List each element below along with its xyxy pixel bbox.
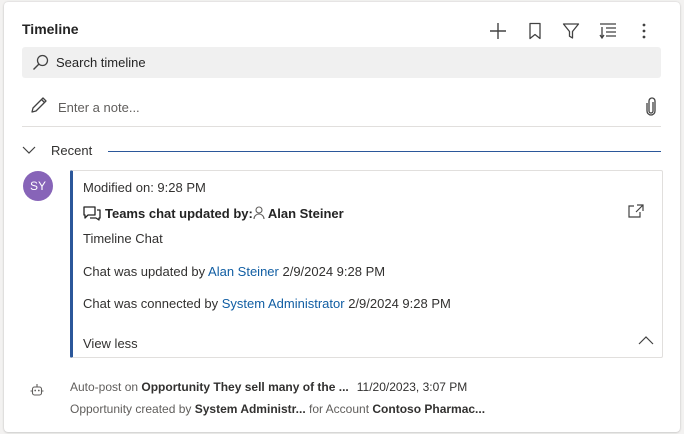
heading-prefix: Teams chat updated by: [105, 205, 253, 221]
autopost-date: 11/20/2023, 3:07 PM [356, 380, 468, 394]
autopost-prefix: Auto-post on [70, 380, 142, 394]
timeline-title: Timeline [22, 21, 79, 37]
search-placeholder: Search timeline [56, 55, 146, 70]
update-line: Chat was updated by Alan Steiner 2/9/202… [83, 264, 385, 279]
chevron-up-icon[interactable] [638, 335, 654, 345]
autopost-account-text: for Account [305, 402, 373, 416]
autopost-line1: Auto-post on Opportunity They sell many … [70, 380, 467, 394]
person-icon [253, 206, 265, 220]
filter-icon [562, 23, 580, 39]
sort-list-icon [599, 23, 616, 40]
modified-on: Modified on: 9:28 PM [83, 180, 206, 195]
sort-button[interactable] [594, 17, 622, 45]
autopost-entity: Opportunity They sell many of the ... [141, 380, 349, 394]
autopost-created-text: Opportunity created by [70, 402, 195, 416]
view-less-button[interactable]: View less [83, 336, 138, 351]
bot-icon [30, 384, 44, 396]
connect-line: Chat was connected by System Administrat… [83, 296, 451, 311]
attachment-icon[interactable] [645, 97, 657, 117]
avatar: SY [23, 171, 53, 201]
autopost-account: Contoso Pharmac... [372, 402, 486, 416]
card-subtitle: Timeline Chat [83, 231, 163, 246]
recent-section-header: Recent [22, 141, 661, 161]
add-button[interactable] [484, 17, 512, 45]
autopost-item: Auto-post on Opportunity They sell many … [22, 377, 662, 427]
more-icon [642, 23, 646, 39]
timeline-card: Modified on: 9:28 PM Teams chat updated … [70, 170, 663, 358]
bookmark-button[interactable] [521, 17, 549, 45]
open-external-icon[interactable] [628, 204, 644, 218]
update-text: Chat was updated by [83, 264, 209, 279]
updated-by-link[interactable]: Alan Steiner [208, 264, 279, 279]
pencil-icon [31, 97, 47, 113]
autopost-creator: System Administr... [194, 402, 306, 416]
search-input[interactable]: Search timeline [22, 47, 661, 78]
timeline-panel: Timeline Search timeline Enter a note...… [4, 2, 680, 432]
add-icon [490, 23, 506, 39]
connect-text: Chat was connected by [83, 296, 222, 311]
autopost-line2: Opportunity created by System Administr.… [70, 402, 485, 416]
card-heading: Teams chat updated by: Alan Steiner [83, 205, 344, 221]
section-divider [108, 151, 661, 152]
note-placeholder: Enter a note... [58, 100, 140, 115]
note-input[interactable]: Enter a note... [22, 88, 661, 127]
search-icon [33, 54, 49, 70]
update-date: 2/9/2024 9:28 PM [278, 264, 386, 279]
connect-date: 2/9/2024 9:28 PM [344, 296, 451, 311]
filter-button[interactable] [557, 17, 585, 45]
chevron-down-icon[interactable] [22, 145, 36, 155]
connected-by-link[interactable]: System Administrator [222, 296, 345, 311]
more-button[interactable] [630, 17, 658, 45]
recent-label: Recent [51, 143, 93, 158]
heading-user: Alan Steiner [267, 205, 344, 221]
chat-icon [83, 206, 101, 221]
bookmark-icon [529, 22, 541, 40]
